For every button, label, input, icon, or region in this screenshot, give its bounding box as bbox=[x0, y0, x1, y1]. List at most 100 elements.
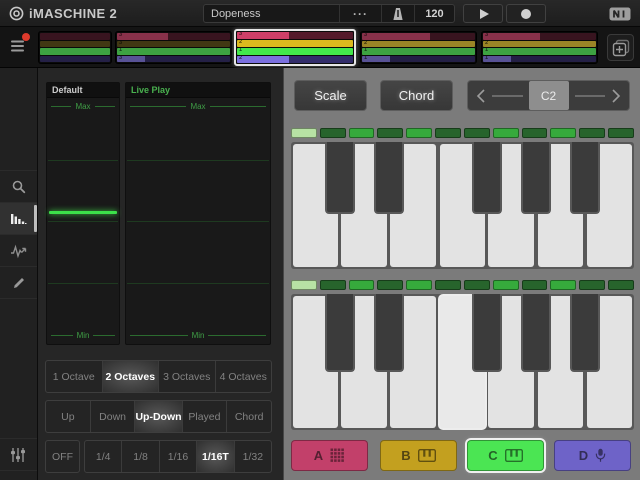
project-name-field[interactable]: Dopeness bbox=[204, 5, 339, 22]
group-button-d[interactable]: D bbox=[554, 440, 631, 471]
pattern-row-green: 1 bbox=[237, 48, 353, 55]
stepper-track bbox=[575, 95, 606, 97]
metronome-icon bbox=[392, 7, 404, 21]
pattern-row-red: 3 bbox=[237, 32, 353, 39]
scale-indicator-1-root bbox=[291, 128, 317, 138]
black-key[interactable] bbox=[325, 294, 356, 372]
piano-keys bbox=[291, 294, 634, 430]
scene-menu-button[interactable] bbox=[6, 36, 32, 60]
sidebar-item-browse[interactable] bbox=[0, 170, 37, 202]
black-key[interactable] bbox=[472, 294, 503, 372]
octave-value[interactable]: C2 bbox=[529, 81, 569, 110]
arp-mode-chord[interactable]: Chord bbox=[226, 401, 271, 432]
scale-indicator-10-in bbox=[550, 280, 576, 290]
meter-area[interactable]: Max Min bbox=[47, 98, 119, 344]
octave-down-button[interactable] bbox=[476, 89, 486, 103]
sidebar-top-items bbox=[0, 170, 37, 299]
piano-keys-icon bbox=[505, 449, 523, 462]
arp-rate-1-4[interactable]: 1/4 bbox=[85, 441, 121, 472]
timeline-scene-1[interactable] bbox=[38, 31, 112, 64]
pencil-icon bbox=[11, 275, 27, 291]
scale-indicator-4-out bbox=[377, 128, 403, 138]
bpm-display[interactable]: 120 bbox=[414, 5, 454, 22]
meter-panel-default[interactable]: Default Max Min bbox=[46, 82, 120, 345]
min-label: Min bbox=[130, 331, 266, 340]
timeline-scene-3[interactable]: 3212 bbox=[234, 29, 356, 66]
app-logo-icon bbox=[9, 6, 24, 21]
mixer-icon bbox=[10, 447, 28, 463]
gridline bbox=[48, 221, 118, 222]
arp-rate-1-8[interactable]: 1/8 bbox=[121, 441, 158, 472]
octave-range-control: 1 Octave2 Octaves3 Octaves4 Octaves bbox=[45, 360, 272, 393]
black-key[interactable] bbox=[374, 142, 405, 214]
rate-off-button[interactable]: OFF bbox=[45, 440, 80, 473]
pattern-number: 1 bbox=[485, 56, 488, 61]
chord-button[interactable]: Chord bbox=[380, 80, 453, 111]
black-key[interactable] bbox=[521, 142, 552, 214]
scale-indicator-10-in bbox=[550, 128, 576, 138]
pattern-row-red: 3 bbox=[483, 33, 596, 40]
scale-indicator-9-out bbox=[522, 280, 548, 290]
scale-indicator-11-out bbox=[579, 128, 605, 138]
black-key[interactable] bbox=[472, 142, 503, 214]
black-key[interactable] bbox=[374, 294, 405, 372]
scale-indicator-5-in bbox=[406, 280, 432, 290]
keyboard-panel: Scale Chord C2 bbox=[283, 68, 640, 480]
metronome-button[interactable] bbox=[381, 5, 414, 22]
sidebar-item-keyboard[interactable] bbox=[0, 202, 37, 234]
sidebar-item-sampler[interactable] bbox=[0, 234, 37, 266]
arp-mode-up-down[interactable]: Up-Down bbox=[134, 401, 181, 432]
scene-timeline: 3313321232113211 bbox=[0, 27, 640, 68]
pattern-lit-segment bbox=[237, 32, 289, 39]
group-button-a[interactable]: A bbox=[291, 440, 368, 471]
timeline-scene-2[interactable]: 3313 bbox=[115, 31, 232, 64]
pattern-lit-segment bbox=[483, 33, 540, 40]
arp-rate-1-32[interactable]: 1/32 bbox=[234, 441, 271, 472]
scale-button[interactable]: Scale bbox=[294, 80, 367, 111]
play-button[interactable] bbox=[463, 4, 503, 23]
timeline-scene-5[interactable]: 3211 bbox=[481, 31, 598, 64]
arp-rate-1-16t[interactable]: 1/16T bbox=[196, 441, 233, 472]
arp-mode-played[interactable]: Played bbox=[182, 401, 227, 432]
octave-option-1-octave[interactable]: 1 Octave bbox=[46, 361, 102, 392]
scale-indicator-11-out bbox=[579, 280, 605, 290]
chevron-left-icon bbox=[476, 89, 486, 103]
pattern-number: 2 bbox=[364, 41, 367, 46]
black-key[interactable] bbox=[325, 142, 356, 214]
meter-area[interactable]: Max Min bbox=[126, 98, 270, 344]
group-button-c[interactable]: C bbox=[467, 440, 544, 471]
group-button-b[interactable]: B bbox=[380, 440, 457, 471]
pattern-row-yellow bbox=[40, 41, 110, 48]
scale-indicator-4-out bbox=[377, 280, 403, 290]
black-key[interactable] bbox=[570, 294, 601, 372]
record-icon bbox=[521, 9, 531, 19]
pattern-lit-segment bbox=[362, 33, 430, 40]
arp-mode-up[interactable]: Up bbox=[46, 401, 90, 432]
topbar: iMASCHINE 2 Dopeness ··· 120 bbox=[0, 0, 640, 27]
sidebar-item-edit[interactable] bbox=[0, 266, 37, 298]
pattern-row-red: 3 bbox=[117, 33, 230, 40]
play-icon bbox=[480, 9, 489, 19]
octave-option-3-octaves[interactable]: 3 Octaves bbox=[158, 361, 215, 392]
scale-indicator-2-out bbox=[320, 280, 346, 290]
project-menu-button[interactable]: ··· bbox=[339, 5, 381, 22]
meter-panel-live-play[interactable]: Live Play Max Min bbox=[125, 82, 271, 345]
octave-option-2-octaves[interactable]: 2 Octaves bbox=[102, 361, 159, 392]
add-scene-button[interactable] bbox=[607, 34, 634, 61]
arp-mode-down[interactable]: Down bbox=[90, 401, 135, 432]
scale-indicator-5-in bbox=[406, 128, 432, 138]
scale-indicator-3-in bbox=[349, 280, 375, 290]
gridline bbox=[48, 283, 118, 284]
octave-option-4-octaves[interactable]: 4 Octaves bbox=[215, 361, 272, 392]
keyboard-upper bbox=[291, 128, 634, 269]
sidebar-item-mixer[interactable] bbox=[0, 438, 37, 471]
pattern-row-red bbox=[40, 33, 110, 40]
octave-up-button[interactable] bbox=[611, 89, 621, 103]
scale-indicator-7-out bbox=[464, 280, 490, 290]
black-key[interactable] bbox=[570, 142, 601, 214]
black-key[interactable] bbox=[521, 294, 552, 372]
level-value-bar[interactable] bbox=[49, 211, 117, 214]
record-button[interactable] bbox=[506, 4, 546, 23]
timeline-scene-4[interactable]: 3211 bbox=[360, 31, 477, 64]
arp-rate-1-16[interactable]: 1/16 bbox=[159, 441, 196, 472]
